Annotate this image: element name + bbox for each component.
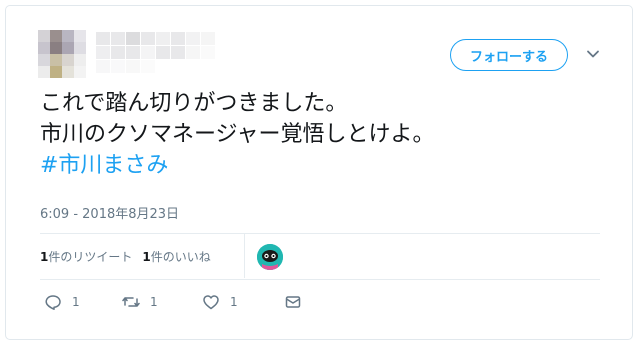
heart-icon	[203, 295, 219, 310]
reply-button[interactable]: 1	[44, 293, 80, 311]
reply-icon	[45, 295, 61, 310]
dm-button[interactable]	[284, 293, 302, 311]
retweet-button[interactable]: 1	[122, 293, 158, 311]
hashtag-link[interactable]: #市川まさみ	[40, 150, 600, 181]
dm-icon	[285, 296, 301, 308]
tweet-text-line-1: これで踏ん切りがつきました。	[40, 91, 348, 116]
like-stat-count: 1	[142, 249, 151, 264]
tweet-stats: 1件のリツイート 1件のいいね	[40, 246, 221, 266]
stats-separator	[244, 234, 245, 278]
like-button[interactable]: 1	[202, 293, 238, 311]
timestamp[interactable]: 6:09 - 2018年8月23日	[40, 203, 179, 222]
follow-button[interactable]: フォローする	[450, 39, 568, 71]
like-stat[interactable]: 1件のいいね	[142, 248, 210, 265]
retweet-icon	[122, 297, 140, 307]
tweet-text: これで踏ん切りがつきました。 市川のクソマネージャー覚悟しとけよ。 #市川まさみ	[40, 88, 600, 181]
tweet-text-line-2: 市川のクソマネージャー覚悟しとけよ。	[40, 122, 435, 147]
like-stat-label: 件のいいね	[150, 249, 211, 264]
divider-top	[40, 233, 600, 234]
caret-down-icon[interactable]	[586, 47, 600, 61]
retweet-stat[interactable]: 1件のリツイート	[40, 248, 132, 265]
divider-bottom	[40, 279, 600, 280]
retweet-stat-label: 件のリツイート	[48, 249, 133, 264]
liker-avatar[interactable]	[257, 244, 283, 270]
avatar[interactable]	[38, 30, 86, 78]
reply-count: 1	[72, 295, 80, 309]
retweet-count: 1	[150, 295, 158, 309]
user-name-blurred[interactable]	[96, 32, 215, 73]
liker-avatar-image	[257, 244, 283, 270]
like-count: 1	[230, 295, 238, 309]
